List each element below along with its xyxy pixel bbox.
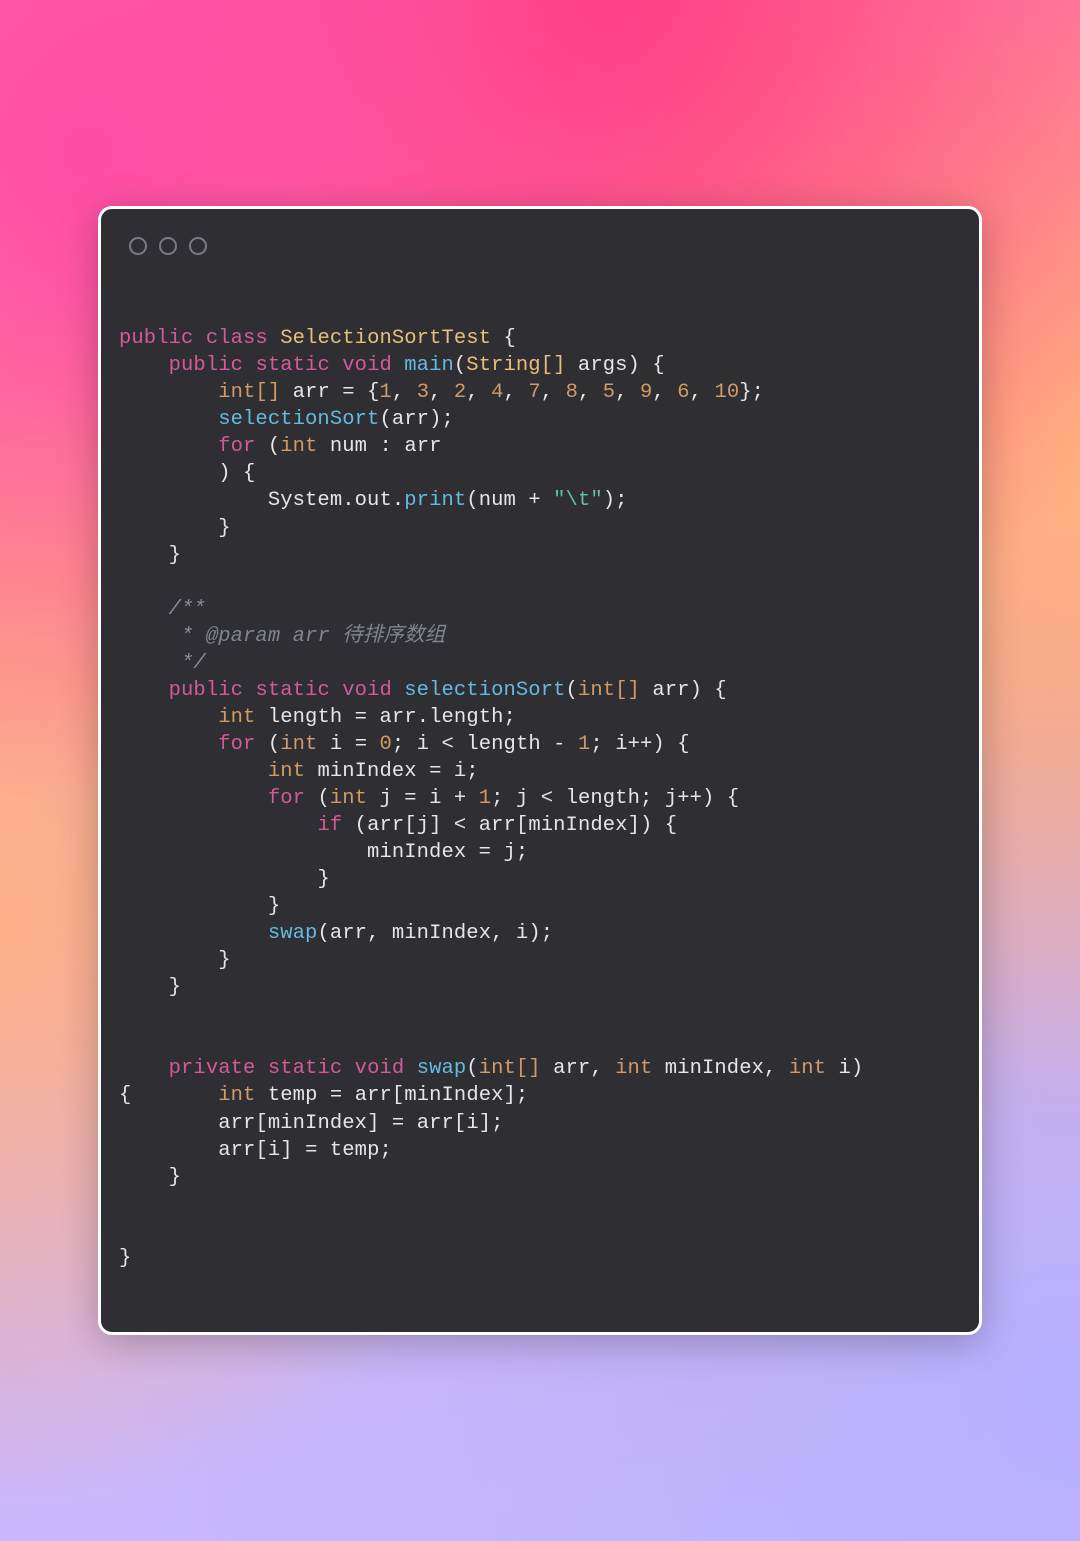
code-block: public class SelectionSortTest { public … [119, 325, 955, 1272]
fn-selectionSort: selectionSort [404, 679, 565, 702]
minimize-icon[interactable] [159, 237, 177, 255]
zoom-icon[interactable] [189, 237, 207, 255]
kw-public: public [119, 327, 193, 350]
fn-swap: swap [417, 1057, 467, 1080]
code-window: public class SelectionSortTest { public … [98, 206, 982, 1335]
javadoc-open: /** [169, 598, 206, 621]
class-name: SelectionSortTest [280, 327, 491, 350]
javadoc-desc: 待排序数组 [342, 625, 445, 648]
close-icon[interactable] [129, 237, 147, 255]
window-traffic-lights [129, 237, 955, 255]
fn-main: main [404, 354, 454, 377]
